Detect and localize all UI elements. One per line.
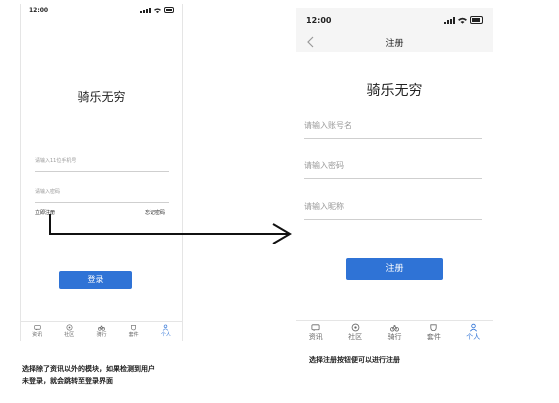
tab-community[interactable]: 社区 bbox=[348, 321, 362, 344]
signal-icon bbox=[140, 7, 151, 13]
kit-icon bbox=[131, 325, 137, 331]
right-caption: 选择注册按钮便可以进行注册 bbox=[309, 356, 400, 364]
nav-bar: 注册 bbox=[296, 32, 493, 52]
phone-input[interactable]: 请输入11位手机号 bbox=[35, 157, 169, 172]
bike-icon bbox=[97, 325, 105, 331]
wifi-icon bbox=[458, 17, 467, 24]
tab-label: 骑行 bbox=[387, 333, 402, 341]
tab-message[interactable]: 资讯 bbox=[32, 322, 42, 341]
login-button[interactable]: 登录 bbox=[59, 271, 132, 289]
tab-label: 骑行 bbox=[96, 332, 107, 338]
kit-icon bbox=[430, 324, 437, 332]
tab-label: 社区 bbox=[348, 333, 363, 341]
login-screen: 12:00 骑乐无穷 请输入11位手机号 请输入密码 立即注册 忘记密码 登录 … bbox=[20, 4, 183, 341]
tab-bike[interactable]: 骑行 bbox=[96, 322, 106, 341]
tab-label: 个人 bbox=[466, 333, 481, 341]
message-icon bbox=[311, 324, 320, 332]
tab-label: 套件 bbox=[128, 332, 139, 338]
app-title: 骑乐无穷 bbox=[366, 83, 423, 99]
signal-icon bbox=[444, 16, 455, 24]
community-icon bbox=[66, 324, 73, 331]
tab-bar: 资讯 社区 骑行 套件 个人 bbox=[296, 320, 493, 344]
tab-person[interactable]: 个人 bbox=[466, 321, 480, 344]
register-button[interactable]: 注册 bbox=[346, 258, 443, 280]
navigation-arrow bbox=[49, 214, 292, 244]
community-icon bbox=[351, 323, 359, 332]
tab-message[interactable]: 资讯 bbox=[309, 321, 323, 344]
tab-person[interactable]: 个人 bbox=[161, 322, 171, 341]
tab-bike[interactable]: 骑行 bbox=[387, 321, 401, 344]
status-bar: 12:00 bbox=[296, 8, 493, 32]
tab-bar: 资讯 社区 骑行 套件 个人 bbox=[21, 321, 182, 341]
nav-title: 注册 bbox=[385, 39, 404, 49]
tab-kit[interactable]: 套件 bbox=[427, 321, 441, 344]
status-time: 12:00 bbox=[306, 15, 332, 25]
tab-label: 套件 bbox=[426, 333, 441, 341]
password-input[interactable]: 请输入密码 bbox=[35, 188, 169, 203]
status-bar: 12:00 bbox=[21, 4, 182, 16]
nickname-input[interactable]: 请输入昵称 bbox=[304, 201, 482, 220]
tab-label: 资讯 bbox=[32, 332, 43, 338]
tab-label: 社区 bbox=[64, 332, 75, 338]
person-icon bbox=[469, 323, 477, 332]
password-input[interactable]: 请输入密码 bbox=[304, 160, 482, 179]
tab-community[interactable]: 社区 bbox=[64, 322, 74, 341]
tab-label: 资讯 bbox=[308, 333, 323, 341]
left-caption: 选择除了资讯以外的模块，如果检测到用户 未登录，就会跳转至登录界面 bbox=[22, 365, 155, 385]
tab-kit[interactable]: 套件 bbox=[129, 322, 139, 341]
person-icon bbox=[163, 324, 169, 331]
wifi-icon bbox=[154, 7, 161, 13]
battery-icon bbox=[470, 16, 483, 24]
battery-icon bbox=[164, 7, 174, 13]
message-icon bbox=[33, 325, 41, 331]
app-title: 骑乐无穷 bbox=[77, 90, 126, 104]
register-screen: 12:00 注册 骑乐无穷 请输入账号名 请输入密码 请输入昵称 注册 资讯 社区… bbox=[296, 8, 493, 344]
account-input[interactable]: 请输入账号名 bbox=[304, 120, 482, 139]
status-time: 12:00 bbox=[29, 6, 49, 14]
tab-label: 个人 bbox=[160, 332, 171, 338]
bike-icon bbox=[390, 324, 399, 332]
